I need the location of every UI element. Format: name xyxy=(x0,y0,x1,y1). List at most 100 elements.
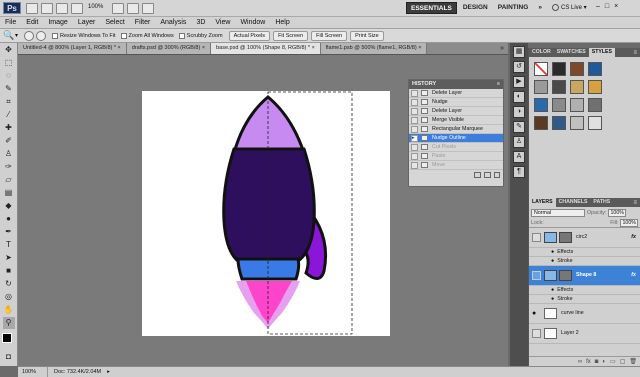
new-snapshot-icon[interactable] xyxy=(484,171,491,178)
print-size-button[interactable]: Print Size xyxy=(350,30,384,41)
new-document-from-state-icon[interactable] xyxy=(474,171,481,178)
actions-icon[interactable]: ▶ xyxy=(513,76,525,88)
clone-stamp-tool-icon[interactable]: ♙ xyxy=(3,148,15,160)
layer-stroke-row[interactable]: ● Stroke xyxy=(529,295,640,304)
grid-icon[interactable] xyxy=(112,3,124,14)
layer-effects-row[interactable]: ● Effects xyxy=(529,286,640,295)
zoom-tool-icon[interactable]: 🔍 xyxy=(3,30,15,41)
layer-row-layer-2[interactable]: Layer 2 xyxy=(529,324,640,344)
gradient-tool-icon[interactable]: ▤ xyxy=(3,187,15,199)
style-swatch[interactable] xyxy=(570,116,584,130)
style-swatch[interactable] xyxy=(588,116,602,130)
style-swatch[interactable] xyxy=(534,116,548,130)
menu-help[interactable]: Help xyxy=(270,17,294,29)
cs-live[interactable]: CS Live ▾ xyxy=(552,4,587,11)
zoom-tool-icon[interactable]: ⚲ xyxy=(2,317,15,329)
menu-analysis[interactable]: Analysis xyxy=(155,17,191,29)
menu-filter[interactable]: Filter xyxy=(130,17,156,29)
resize-windows-checkbox[interactable] xyxy=(52,32,59,39)
healing-brush-tool-icon[interactable]: ✚ xyxy=(3,122,15,134)
tab-paths[interactable]: PATHS xyxy=(590,198,613,207)
style-swatch[interactable] xyxy=(552,62,566,76)
workspace-painting[interactable]: PAINTING xyxy=(494,2,533,14)
history-brush-source-box[interactable]: ▸ xyxy=(411,134,418,142)
marquee-tool-icon[interactable]: ⬚ xyxy=(3,57,15,69)
layer-name[interactable]: Shape 8 xyxy=(576,270,596,281)
visibility-toggle[interactable] xyxy=(532,271,541,280)
type-tool-icon[interactable]: T xyxy=(3,239,15,251)
menu-window[interactable]: Window xyxy=(235,17,270,29)
panel-menu-icon[interactable]: ≡ xyxy=(633,50,637,56)
path-selection-tool-icon[interactable]: ➤ xyxy=(3,252,15,264)
crop-tool-icon[interactable]: ⌗ xyxy=(3,96,15,108)
style-swatch[interactable] xyxy=(552,116,566,130)
clone-source-icon[interactable]: ♙ xyxy=(513,136,525,148)
layer-name[interactable]: curve line xyxy=(561,308,584,319)
layer-stroke-row[interactable]: ● Stroke xyxy=(529,257,640,266)
workspace-essentials[interactable]: ESSENTIALS xyxy=(406,2,457,14)
rocket-artwork[interactable] xyxy=(142,91,390,336)
status-arrow-icon[interactable]: ▸ xyxy=(107,367,110,377)
shape-tool-icon[interactable]: ■ xyxy=(3,265,15,277)
history-item[interactable]: Delete Layer xyxy=(409,89,503,98)
history-brush-source-box[interactable] xyxy=(411,89,418,97)
close-icon[interactable]: × xyxy=(312,45,315,51)
tab-styles[interactable]: STYLES xyxy=(588,48,615,57)
3d-rotate-tool-icon[interactable]: ↻ xyxy=(3,278,15,290)
history-item[interactable]: Cut Pixels xyxy=(409,143,503,152)
menu-3d[interactable]: 3D xyxy=(191,17,210,29)
tab-channels[interactable]: CHANNELS xyxy=(556,198,591,207)
new-layer-icon[interactable]: ▢ xyxy=(620,358,626,365)
eye-icon[interactable]: ● xyxy=(551,256,554,267)
eraser-tool-icon[interactable]: ▱ xyxy=(3,174,15,186)
eye-icon[interactable]: ● xyxy=(551,294,554,305)
tab-untitled-4[interactable]: Untitled-4 @ 800% (Layer 1, RGB/8) * × xyxy=(18,43,127,54)
history-brush-source-box[interactable] xyxy=(411,152,418,160)
tab-base[interactable]: base.psd @ 100% (Shape 8, RGB/8) * × xyxy=(211,43,321,54)
fx-icon[interactable]: fx xyxy=(631,232,636,243)
fill-screen-button[interactable]: Fill Screen xyxy=(311,30,348,41)
visibility-toggle[interactable] xyxy=(532,233,541,242)
fill-value[interactable]: 100% xyxy=(620,218,638,227)
tab-layers[interactable]: LAYERS xyxy=(529,198,556,207)
tool-preset-arrow-icon[interactable]: ▾ xyxy=(15,32,18,39)
minimize-button[interactable]: – xyxy=(596,3,600,10)
masks-icon[interactable]: ◑ xyxy=(513,106,525,118)
layer-row-curve-line[interactable]: ● curve line xyxy=(529,304,640,324)
zoom-in-icon[interactable] xyxy=(24,30,35,41)
style-swatch[interactable] xyxy=(534,80,548,94)
hand-tool-icon[interactable]: ✋ xyxy=(3,304,15,316)
close-icon[interactable]: × xyxy=(202,45,205,51)
history-brush-source-box[interactable] xyxy=(411,98,418,106)
eyedropper-tool-icon[interactable]: ⁄ xyxy=(3,109,15,121)
dodge-tool-icon[interactable]: ● xyxy=(3,213,15,225)
mini-bridge-icon[interactable]: ▦ xyxy=(513,46,525,58)
history-brush-source-box[interactable] xyxy=(411,161,418,169)
history-icon[interactable]: ↺ xyxy=(513,61,525,73)
menu-image[interactable]: Image xyxy=(43,17,72,29)
zoom-all-windows-checkbox[interactable] xyxy=(120,32,127,39)
history-item[interactable]: ▸ Nudge Outline xyxy=(409,134,503,143)
eye-icon[interactable]: ● xyxy=(532,308,541,319)
screen-mode-icon[interactable] xyxy=(142,3,154,14)
menu-view[interactable]: View xyxy=(210,17,235,29)
3d-orbit-tool-icon[interactable]: ◎ xyxy=(3,291,15,303)
maximize-button[interactable]: □ xyxy=(605,3,609,10)
fx-icon[interactable]: fx xyxy=(631,270,636,281)
tab-overflow-icon[interactable]: » xyxy=(500,45,504,52)
quick-select-tool-icon[interactable]: ✎ xyxy=(3,83,15,95)
zoom-icon[interactable] xyxy=(71,3,83,14)
tab-drafts[interactable]: drafts.psd @ 300% (RGB/8) × xyxy=(126,43,212,54)
delete-layer-icon[interactable]: 🗑 xyxy=(629,358,637,365)
lock-icons[interactable] xyxy=(546,220,572,226)
delete-state-icon[interactable] xyxy=(494,171,500,178)
pen-tool-icon[interactable]: ✒ xyxy=(3,226,15,238)
character-icon[interactable]: A xyxy=(513,151,525,163)
style-swatch[interactable] xyxy=(534,62,548,76)
close-icon[interactable]: × xyxy=(118,45,121,51)
layer-name[interactable]: Layer 2 xyxy=(561,328,579,339)
style-swatch[interactable] xyxy=(552,98,566,112)
menu-layer[interactable]: Layer xyxy=(73,17,101,29)
history-brush-source-box[interactable] xyxy=(411,116,418,124)
color-swatches[interactable] xyxy=(1,332,17,348)
